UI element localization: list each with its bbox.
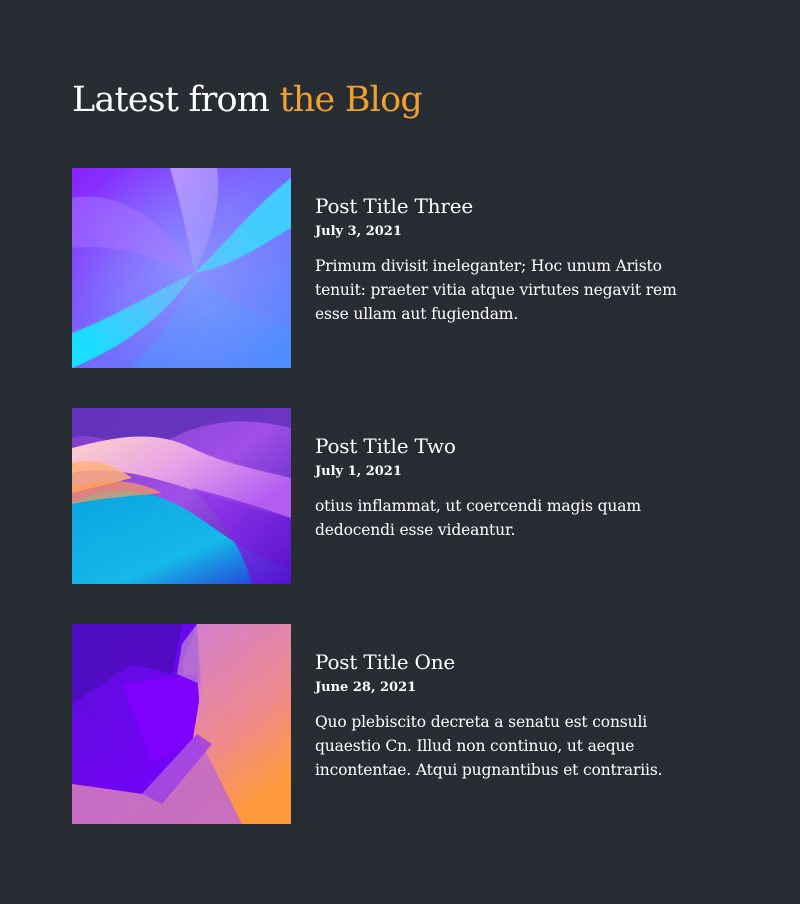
post-excerpt: Quo plebiscito decreta a senatu est cons… — [315, 713, 663, 779]
heading-prefix: Latest from — [72, 80, 270, 120]
post-title[interactable]: Post Title Two — [315, 432, 710, 460]
post-content: Post Title One June 28, 2021 Quo plebisc… — [315, 648, 710, 782]
post-title[interactable]: Post Title One — [315, 648, 710, 676]
post-title[interactable]: Post Title Three — [315, 192, 710, 220]
post-date: June 28, 2021 — [315, 680, 417, 695]
post-thumbnail[interactable] — [72, 624, 291, 824]
post-thumbnail[interactable] — [72, 168, 291, 368]
section-heading: Latest from the Blog — [72, 76, 423, 124]
post-content: Post Title Three July 3, 2021 Primum div… — [315, 192, 710, 326]
abstract-violet-orange-shards-image — [72, 624, 291, 824]
post-content: Post Title Two July 1, 2021 otius inflam… — [315, 432, 710, 542]
post-date: July 3, 2021 — [315, 224, 402, 239]
post-date: July 1, 2021 — [315, 464, 402, 479]
post-excerpt: otius inflammat, ut coercendi magis quam… — [315, 497, 641, 539]
post-thumbnail[interactable] — [72, 408, 291, 584]
abstract-blue-violet-swirl-image — [72, 168, 291, 368]
abstract-purple-cyan-waves-image — [72, 408, 291, 584]
blog-section: Latest from the Blog Post Title Three Ju… — [72, 0, 728, 904]
post-excerpt: Primum divisit ineleganter; Hoc unum Ari… — [315, 257, 677, 323]
heading-accent: the Blog — [279, 80, 423, 120]
